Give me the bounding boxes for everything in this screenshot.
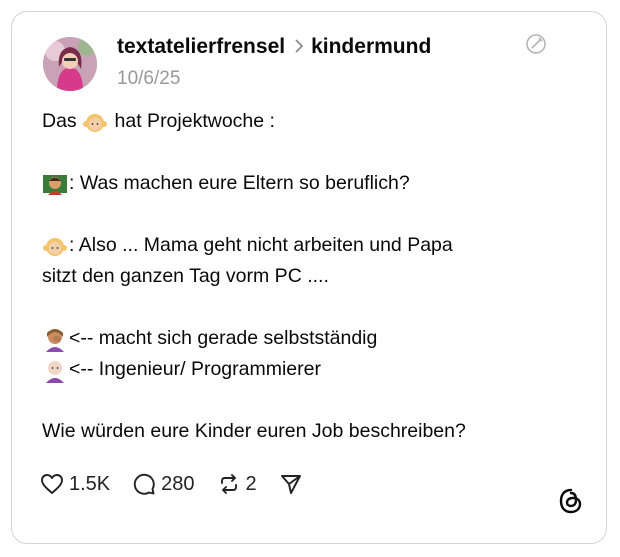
like-count: 1.5K [69, 472, 111, 495]
post-header: textatelierfrensel kindermund [117, 32, 431, 62]
post-line: : Also ... Mama geht nicht arbeiten und … [42, 230, 592, 261]
post-line: Das hat Projektwoche : [42, 106, 592, 137]
post-line: <-- macht sich gerade selbstständig [42, 323, 592, 354]
repost-count: 2 [245, 472, 257, 495]
girl-emoji-icon [83, 113, 108, 132]
community-name[interactable]: kindermund [311, 35, 431, 59]
chevron-right-icon [294, 37, 304, 58]
post-line: Wie würden eure Kinder euren Job beschre… [42, 420, 466, 442]
post-line: <-- Ingenieur/ Programmierer [42, 354, 592, 385]
post-card: textatelierfrensel kindermund 10/6/25 Da… [11, 11, 607, 544]
like-button[interactable]: 1.5K [40, 473, 110, 496]
repost-button[interactable]: 2 [217, 472, 257, 496]
repost-icon [220, 474, 237, 494]
threads-logo-icon [558, 488, 584, 514]
teacher-emoji-icon [43, 174, 67, 195]
send-icon [280, 475, 301, 494]
bald-man-emoji-icon [46, 360, 64, 383]
author-name[interactable]: textatelierfrensel [117, 35, 285, 59]
comment-icon [133, 473, 155, 495]
avatar[interactable] [43, 37, 97, 91]
post-line: : Was machen eure Eltern so beruflich? [42, 168, 592, 199]
post-date: 10/6/25 [117, 68, 181, 89]
facepalm-woman-emoji-icon [46, 328, 64, 352]
post-body: Das hat Projektwoche : : Was machen eure… [42, 106, 592, 447]
share-button[interactable] [279, 472, 308, 496]
post-line: sitzt den ganzen Tag vorm PC .... [42, 265, 329, 287]
comment-button[interactable]: 280 [132, 472, 195, 496]
heart-icon [41, 474, 63, 494]
comment-count: 280 [161, 472, 195, 495]
girl-emoji-icon [43, 237, 67, 256]
post-actions: 1.5K 280 2 [40, 472, 330, 496]
edit-disabled-icon[interactable] [524, 32, 548, 56]
